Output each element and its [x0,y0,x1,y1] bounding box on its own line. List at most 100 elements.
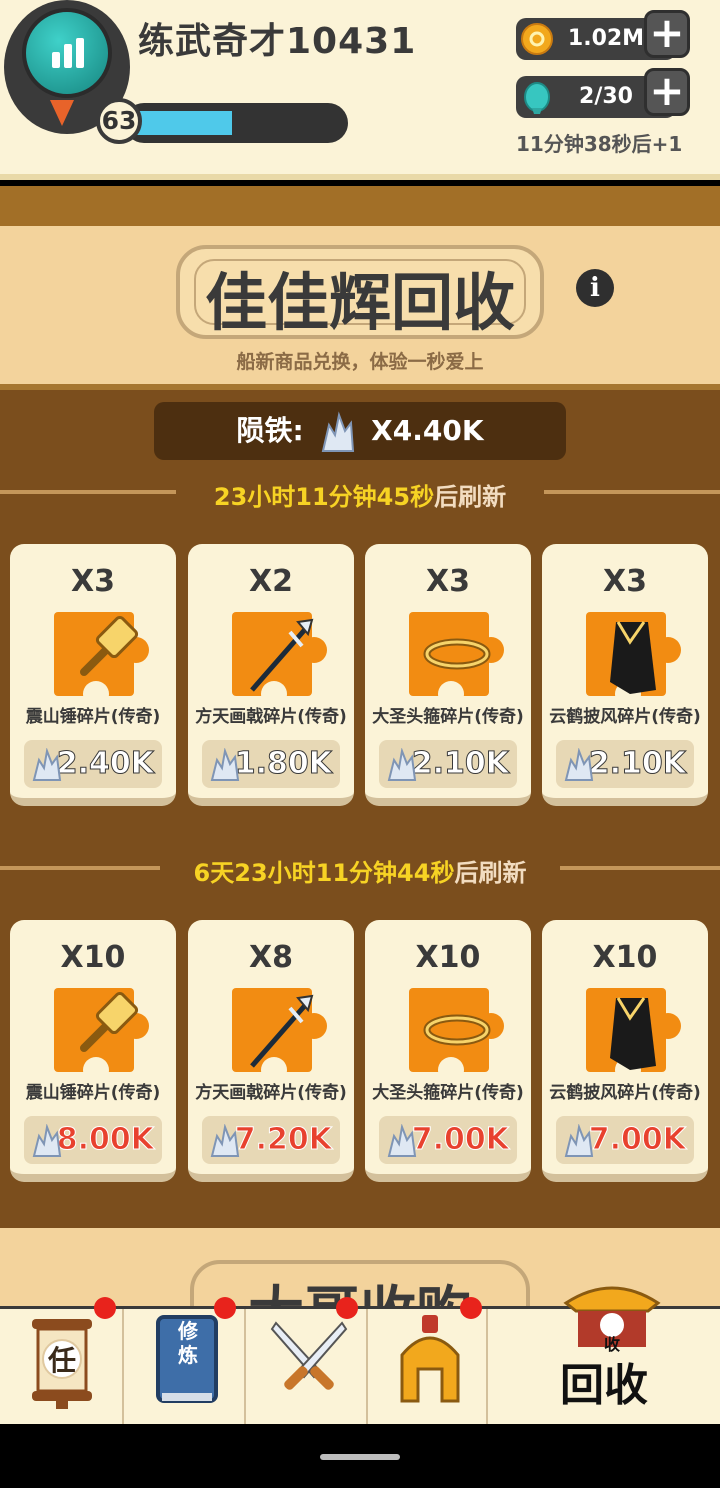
item-name: 云鹤披风碎片(传奇) [549,1083,701,1103]
nav-recycle-label: 回收 [560,1360,648,1411]
meteorite-icon [387,1124,417,1157]
add-coins-button[interactable]: + [644,10,690,58]
nav-equipment[interactable] [368,1297,488,1424]
info-button[interactable]: i [576,269,614,307]
item-quantity: X3 [70,564,115,599]
add-stamina-button[interactable]: + [644,68,690,116]
meteorite-icon [210,1124,240,1157]
item-quantity: X8 [248,940,293,975]
buy-price-button[interactable]: 7.00K [556,1116,694,1164]
shop-item-card[interactable]: X10 云鹤披风碎片(传奇) 7.00K [542,920,708,1182]
item-quantity: X3 [425,564,470,599]
item-name: 震山锤碎片(传奇) [25,1083,161,1103]
currency-display: 陨铁: X4.40K [154,402,566,460]
bottom-nav: 任 修炼 收 回收 [0,1286,720,1424]
notification-dot [336,1297,358,1319]
item-price: 2.10K [411,746,509,782]
task-icon-glyph: 任 [47,1344,76,1377]
coin-counter: 1.02M + [516,10,690,60]
shop-subtitle: 船新商品兑换，体验一秒爱上 [236,351,484,373]
stamina-counter: 2/30 + [516,68,690,118]
refresh-timer: 23小时11分钟45秒后刷新 [0,477,720,512]
player-header: 63 练武奇才10431 1.02M + 2/30 + 11分钟38秒后+1 [0,0,720,180]
system-nav-bar [0,1424,720,1488]
item-price: 7.00K [411,1122,509,1158]
item-price: 7.00K [588,1122,686,1158]
item-quantity: X10 [592,940,658,975]
buy-price-button[interactable]: 2.10K [379,740,517,788]
item-name: 方天画戟碎片(传奇) [195,1083,347,1103]
meteorite-icon [32,1124,62,1157]
meteorite-icon [322,411,355,452]
buy-price-button[interactable]: 2.10K [556,740,694,788]
notification-dot [94,1297,116,1319]
halberd-icon [232,612,327,698]
gem-icon [524,82,550,114]
cape-icon [586,988,681,1074]
player-name: 练武奇才10431 [138,21,417,62]
meteorite-icon [564,748,594,781]
currency-amount: X4.40K [371,414,484,447]
shop-item-card[interactable]: X3 大圣头箍碎片(传奇) 2.10K [365,544,531,806]
divider-strip [0,186,720,226]
buy-price-button[interactable]: 7.00K [379,1116,517,1164]
shop-item-card[interactable]: X10 大圣头箍碎片(传奇) 7.00K [365,920,531,1182]
item-name: 震山锤碎片(传奇) [25,707,161,727]
headband-icon [409,988,504,1074]
shop-title: 佳佳辉回收 [204,266,515,339]
item-quantity: X3 [602,564,647,599]
buy-price-button[interactable]: 2.40K [24,740,162,788]
coin-icon [521,23,553,55]
refresh-timer: 6天23小时11分钟44秒后刷新 [0,853,720,888]
shop-item-card[interactable]: X10 震山锤碎片(传奇) 8.00K [10,920,176,1182]
item-name: 大圣头箍碎片(传奇) [372,1083,524,1103]
nav-cultivate[interactable]: 修炼 [124,1297,246,1424]
meteorite-icon [387,748,417,781]
refresh-timer-suffix: 后刷新 [434,483,507,511]
item-name: 方天画戟碎片(传奇) [195,707,347,727]
coin-amount: 1.02M [567,26,645,51]
nav-recycle[interactable]: 收 回收 [488,1286,720,1424]
item-name: 大圣头箍碎片(传奇) [372,707,524,727]
item-price: 2.40K [56,746,154,782]
nav-battle[interactable] [246,1297,368,1424]
flame-icon [50,100,74,126]
notification-dot [460,1297,482,1319]
shop-item-card[interactable]: X8 方天画戟碎片(传奇) 7.20K [188,920,354,1182]
cape-icon [586,612,681,698]
hammer-icon [54,988,149,1074]
level-badge: 63 [96,98,142,144]
refresh-timer-value: 23小时11分钟45秒 [213,483,435,511]
item-name: 云鹤披风碎片(传奇) [549,707,701,727]
item-quantity: X10 [60,940,126,975]
meteorite-icon [210,748,240,781]
item-quantity: X10 [415,940,481,975]
xp-bar [124,103,348,143]
shop-item-card[interactable]: X3 云鹤披风碎片(传奇) 2.10K [542,544,708,806]
avatar[interactable] [22,8,112,98]
stats-icon [52,38,84,68]
buy-price-button[interactable]: 7.20K [202,1116,340,1164]
crossed-swords-icon [270,1321,348,1390]
halberd-icon [232,988,327,1074]
refresh-timer-suffix: 后刷新 [454,859,527,887]
buy-price-button[interactable]: 8.00K [24,1116,162,1164]
hammer-icon [54,612,149,698]
item-price: 1.80K [234,746,332,782]
cultivate-icon-glyph: 修炼 [178,1319,198,1367]
meteorite-icon [564,1124,594,1157]
stamina-regen-timer: 11分钟38秒后+1 [516,132,683,156]
item-quantity: X2 [248,564,293,599]
shop-item-card[interactable]: X3 震山锤碎片(传奇) 2.40K [10,544,176,806]
stamina-amount: 2/30 [579,84,633,109]
headband-icon [409,612,504,698]
meteorite-icon [32,748,62,781]
buy-price-button[interactable]: 1.80K [202,740,340,788]
item-price: 8.00K [56,1122,154,1158]
refresh-timer-value: 6天23小时11分钟44秒 [193,859,455,887]
shop-item-card[interactable]: X2 方天画戟碎片(传奇) 1.80K [188,544,354,806]
nav-tasks[interactable]: 任 [0,1297,124,1424]
home-gesture-handle[interactable] [320,1454,400,1460]
notification-dot [214,1297,236,1319]
helmet-icon [400,1315,460,1403]
